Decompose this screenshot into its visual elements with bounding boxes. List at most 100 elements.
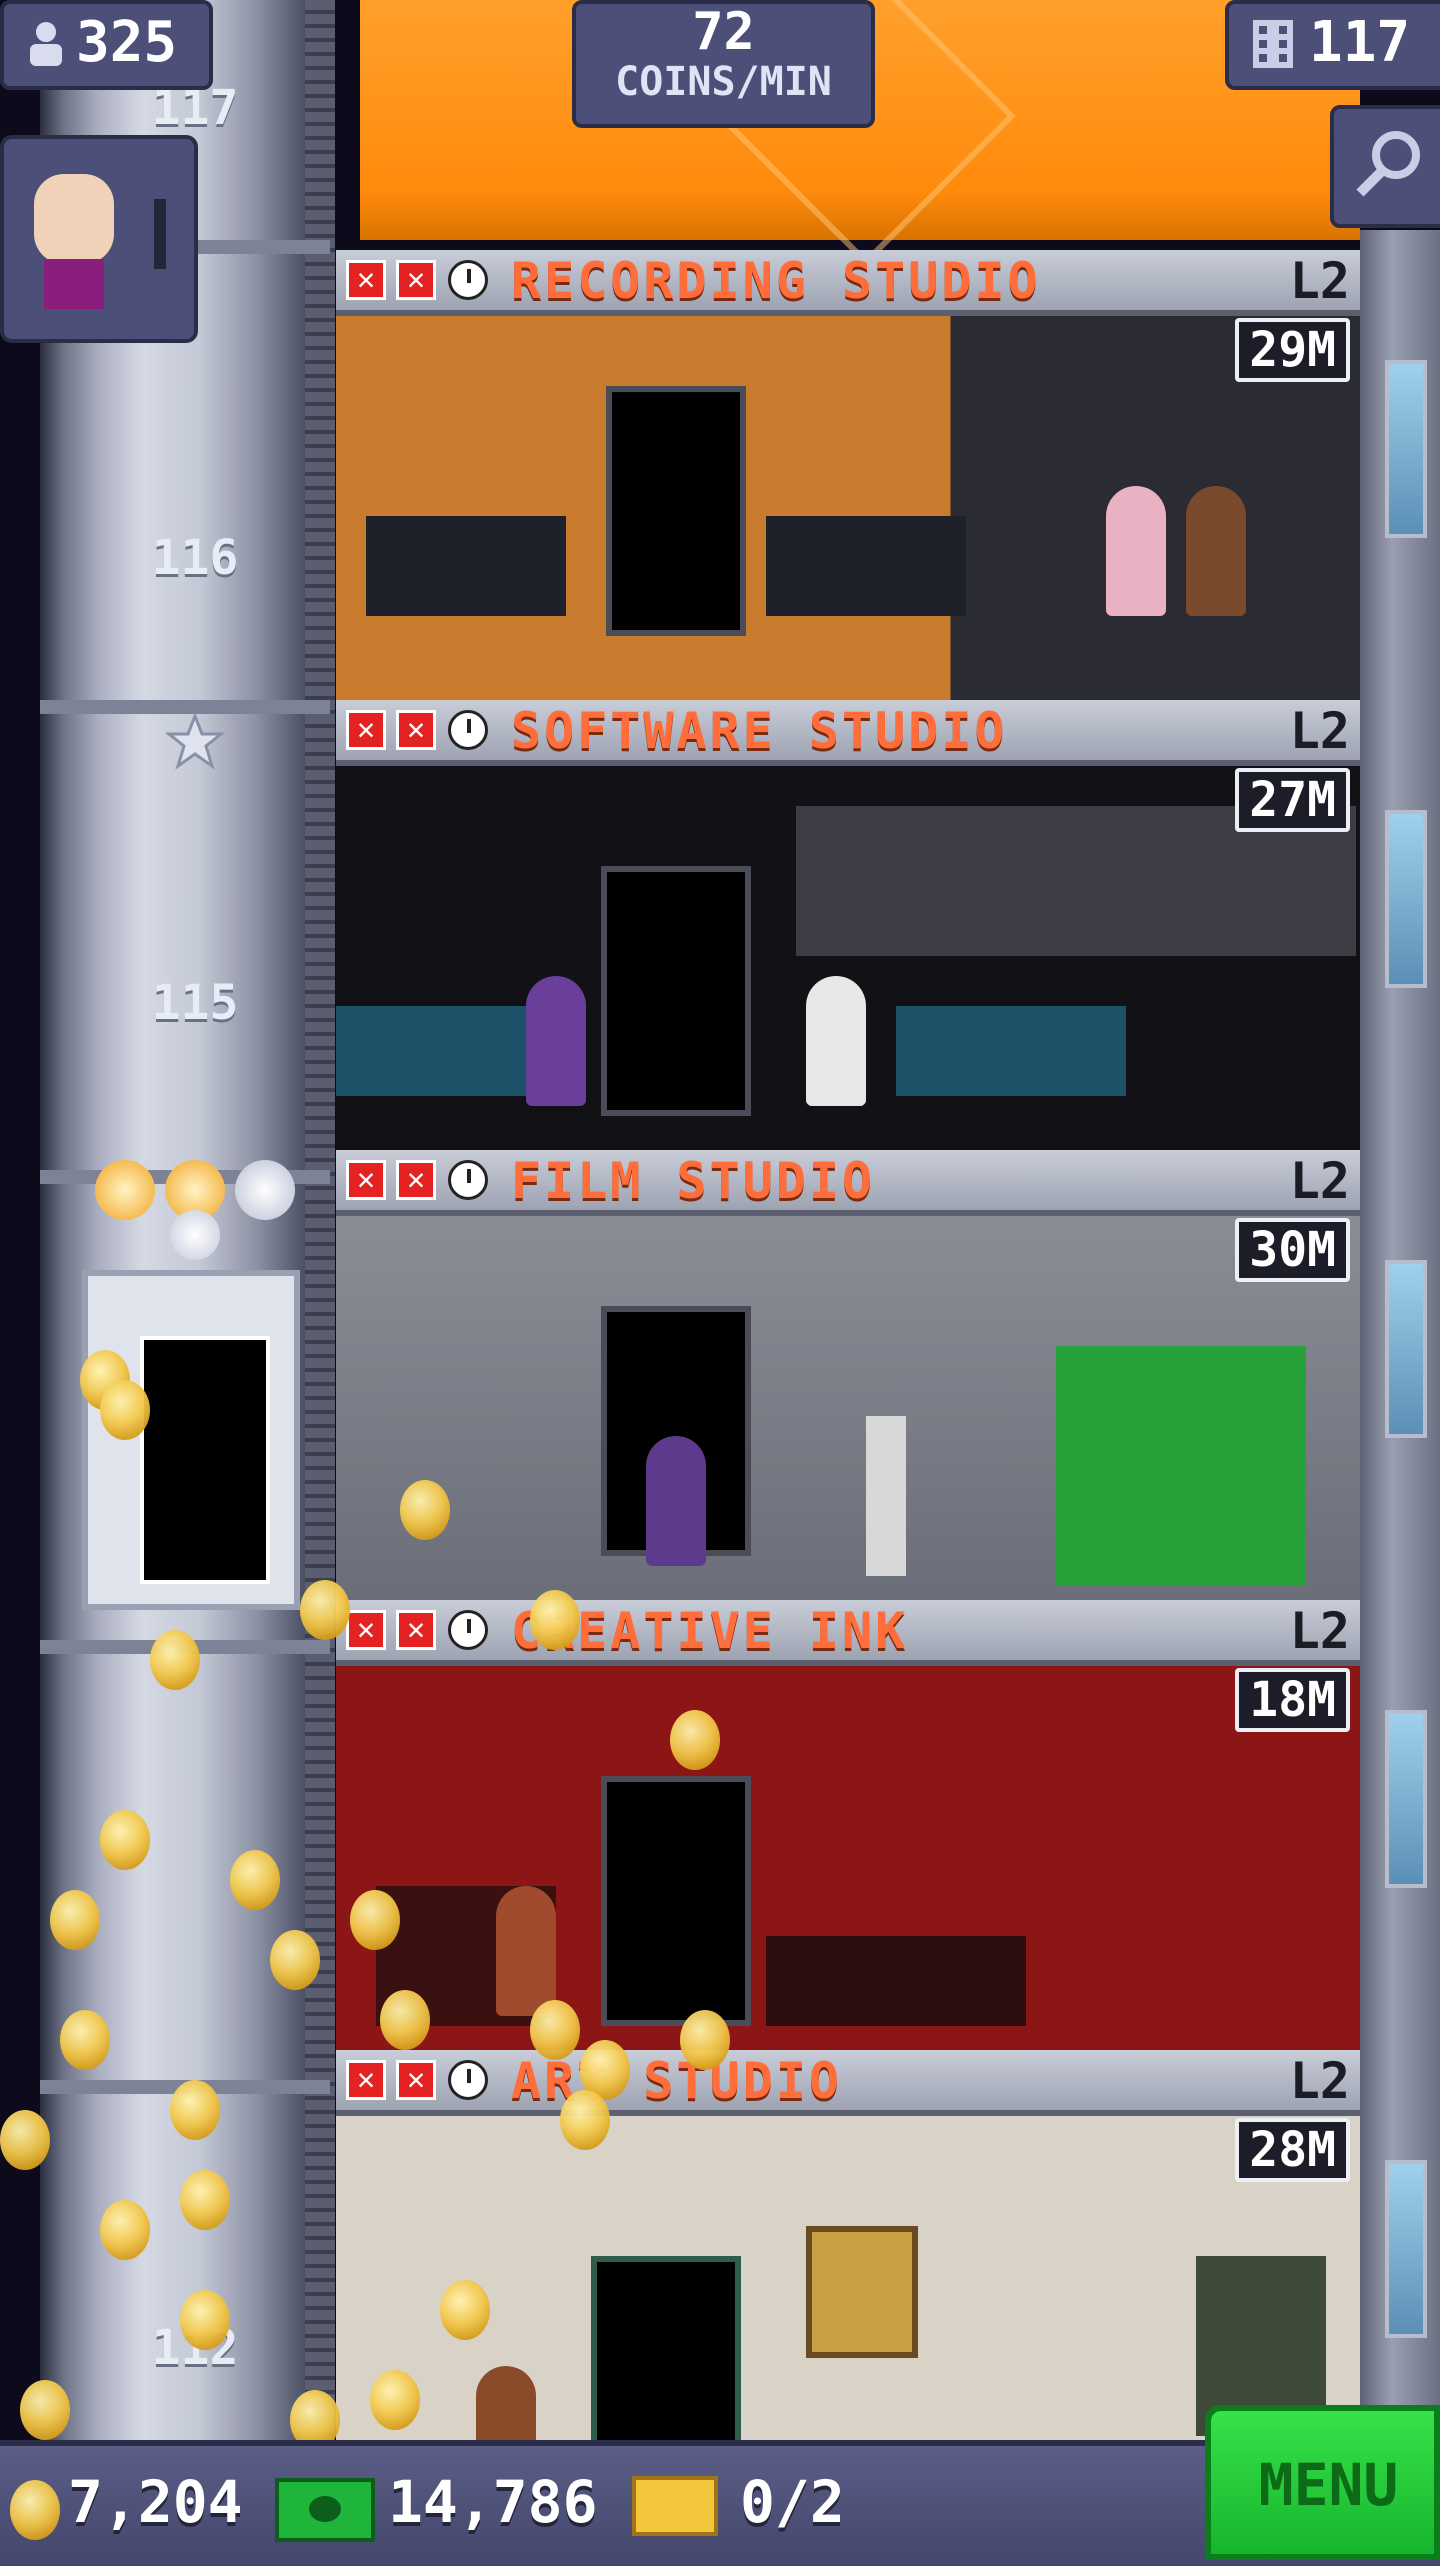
floor-counter[interactable]: 117 — [1225, 0, 1440, 90]
x-icon: ✕ — [346, 1160, 386, 1200]
clock-icon — [448, 2060, 488, 2100]
room-level: L2 — [1289, 1602, 1350, 1660]
floor-count-value: 117 — [1309, 10, 1411, 75]
room-name: FILM STUDIO — [511, 1152, 876, 1210]
room-interior — [336, 316, 1360, 700]
room-level: L2 — [1289, 702, 1350, 760]
visitor-avatar — [34, 174, 114, 264]
x-icon: ✕ — [346, 2060, 386, 2100]
room-level: L2 — [1289, 1152, 1350, 1210]
room-timer: 29M — [1235, 318, 1350, 382]
bux-icon — [275, 2478, 375, 2542]
person-icon — [30, 22, 62, 66]
x-icon: ✕ — [396, 1610, 436, 1650]
worker[interactable] — [1106, 486, 1166, 616]
shaft-divider — [40, 2080, 330, 2094]
building-window — [1385, 2160, 1427, 2338]
room-door — [601, 1776, 751, 2026]
painting — [806, 2226, 918, 2358]
room-header: ✕ ✕ FILM STUDIO L2 — [336, 1150, 1360, 1216]
alert-icon — [154, 199, 166, 269]
clock-icon — [448, 1160, 488, 1200]
worker[interactable] — [1186, 486, 1246, 616]
building-window — [1385, 1710, 1427, 1888]
search-button[interactable] — [1330, 105, 1440, 228]
worker[interactable] — [806, 976, 866, 1106]
building-window — [1385, 1260, 1427, 1438]
office-desk — [896, 1006, 1126, 1096]
coin-icon — [10, 2480, 60, 2540]
room-name: CREATIVE INK — [511, 1602, 909, 1660]
shaft-floor-label: 115 — [151, 975, 239, 1031]
worker[interactable] — [476, 2366, 536, 2440]
clock-icon — [448, 260, 488, 300]
room-door — [601, 866, 751, 1116]
room-recording-studio[interactable]: ✕ ✕ RECORDING STUDIO L2 29M — [336, 250, 1360, 700]
room-interior — [336, 1216, 1360, 1600]
building-window — [1385, 360, 1427, 538]
worker[interactable] — [526, 976, 586, 1106]
ticket-icon — [632, 2476, 718, 2536]
room-art-studio[interactable]: ✕ ✕ ART STUDIO L2 28M — [336, 2050, 1360, 2440]
clock-icon — [448, 1610, 488, 1650]
room-timer: 28M — [1235, 2118, 1350, 2182]
x-icon: ✕ — [396, 710, 436, 750]
x-icon: ✕ — [346, 260, 386, 300]
coins-per-min-label: COINS/MIN — [615, 59, 832, 105]
mixing-desk — [366, 516, 566, 616]
clock-icon — [448, 710, 488, 750]
population-counter[interactable]: 325 — [0, 0, 213, 90]
x-icon: ✕ — [346, 1610, 386, 1650]
room-level: L2 — [1289, 2052, 1350, 2110]
room-header: ✕ ✕ ART STUDIO L2 — [336, 2050, 1360, 2116]
coins-per-minute: 72 COINS/MIN — [572, 0, 875, 128]
worker[interactable] — [496, 1886, 556, 2016]
elevator-car[interactable] — [82, 1270, 300, 1610]
elevator-lights — [95, 1150, 295, 1260]
light-icon — [235, 1160, 295, 1220]
elevator-door — [140, 1336, 270, 1584]
room-door — [606, 386, 746, 636]
coins-per-min-value: 72 — [692, 2, 755, 62]
visitor-avatar-body — [44, 259, 104, 309]
shaft-divider — [40, 1640, 330, 1654]
light-icon — [170, 1210, 220, 1260]
shaft-floor-label: 116 — [151, 530, 239, 586]
room-name: RECORDING STUDIO — [511, 252, 1041, 310]
camera-tripod — [866, 1416, 906, 1576]
x-icon: ✕ — [396, 260, 436, 300]
shaft-floor-label: 112 — [151, 2320, 239, 2376]
green-screen — [1056, 1346, 1306, 1586]
vip-visitor-button[interactable] — [0, 135, 198, 343]
menu-label: MENU — [1258, 2451, 1399, 2519]
room-interior — [336, 1666, 1360, 2050]
room-timer: 30M — [1235, 1218, 1350, 1282]
star-icon — [164, 711, 226, 772]
room-name: ART STUDIO — [511, 2052, 843, 2110]
mixing-desk — [766, 516, 966, 616]
coins-value: 7,204 — [68, 2468, 243, 2536]
search-icon — [1356, 131, 1420, 197]
sofa — [766, 1936, 1026, 2026]
room-interior — [336, 2116, 1360, 2440]
shaft-rail — [305, 0, 335, 2440]
room-creative-ink[interactable]: ✕ ✕ CREATIVE INK L2 18M — [336, 1600, 1360, 2050]
room-level: L2 — [1289, 252, 1350, 310]
population-value: 325 — [76, 10, 178, 75]
building-window — [1385, 810, 1427, 988]
room-interior — [336, 766, 1360, 1150]
building-icon — [1253, 20, 1293, 68]
light-icon — [95, 1160, 155, 1220]
bux-value: 14,786 — [388, 2468, 598, 2536]
x-icon: ✕ — [396, 2060, 436, 2100]
menu-button[interactable]: MENU — [1205, 2405, 1440, 2560]
room-header: ✕ ✕ RECORDING STUDIO L2 — [336, 250, 1360, 316]
x-icon: ✕ — [346, 710, 386, 750]
room-film-studio[interactable]: ✕ ✕ FILM STUDIO L2 30M — [336, 1150, 1360, 1600]
room-name: SOFTWARE STUDIO — [511, 702, 1008, 760]
worker[interactable] — [646, 1436, 706, 1566]
room-timer: 27M — [1235, 768, 1350, 832]
room-software-studio[interactable]: ✕ ✕ SOFTWARE STUDIO L2 27M — [336, 700, 1360, 1150]
room-door — [591, 2256, 741, 2440]
room-header: ✕ ✕ SOFTWARE STUDIO L2 — [336, 700, 1360, 766]
